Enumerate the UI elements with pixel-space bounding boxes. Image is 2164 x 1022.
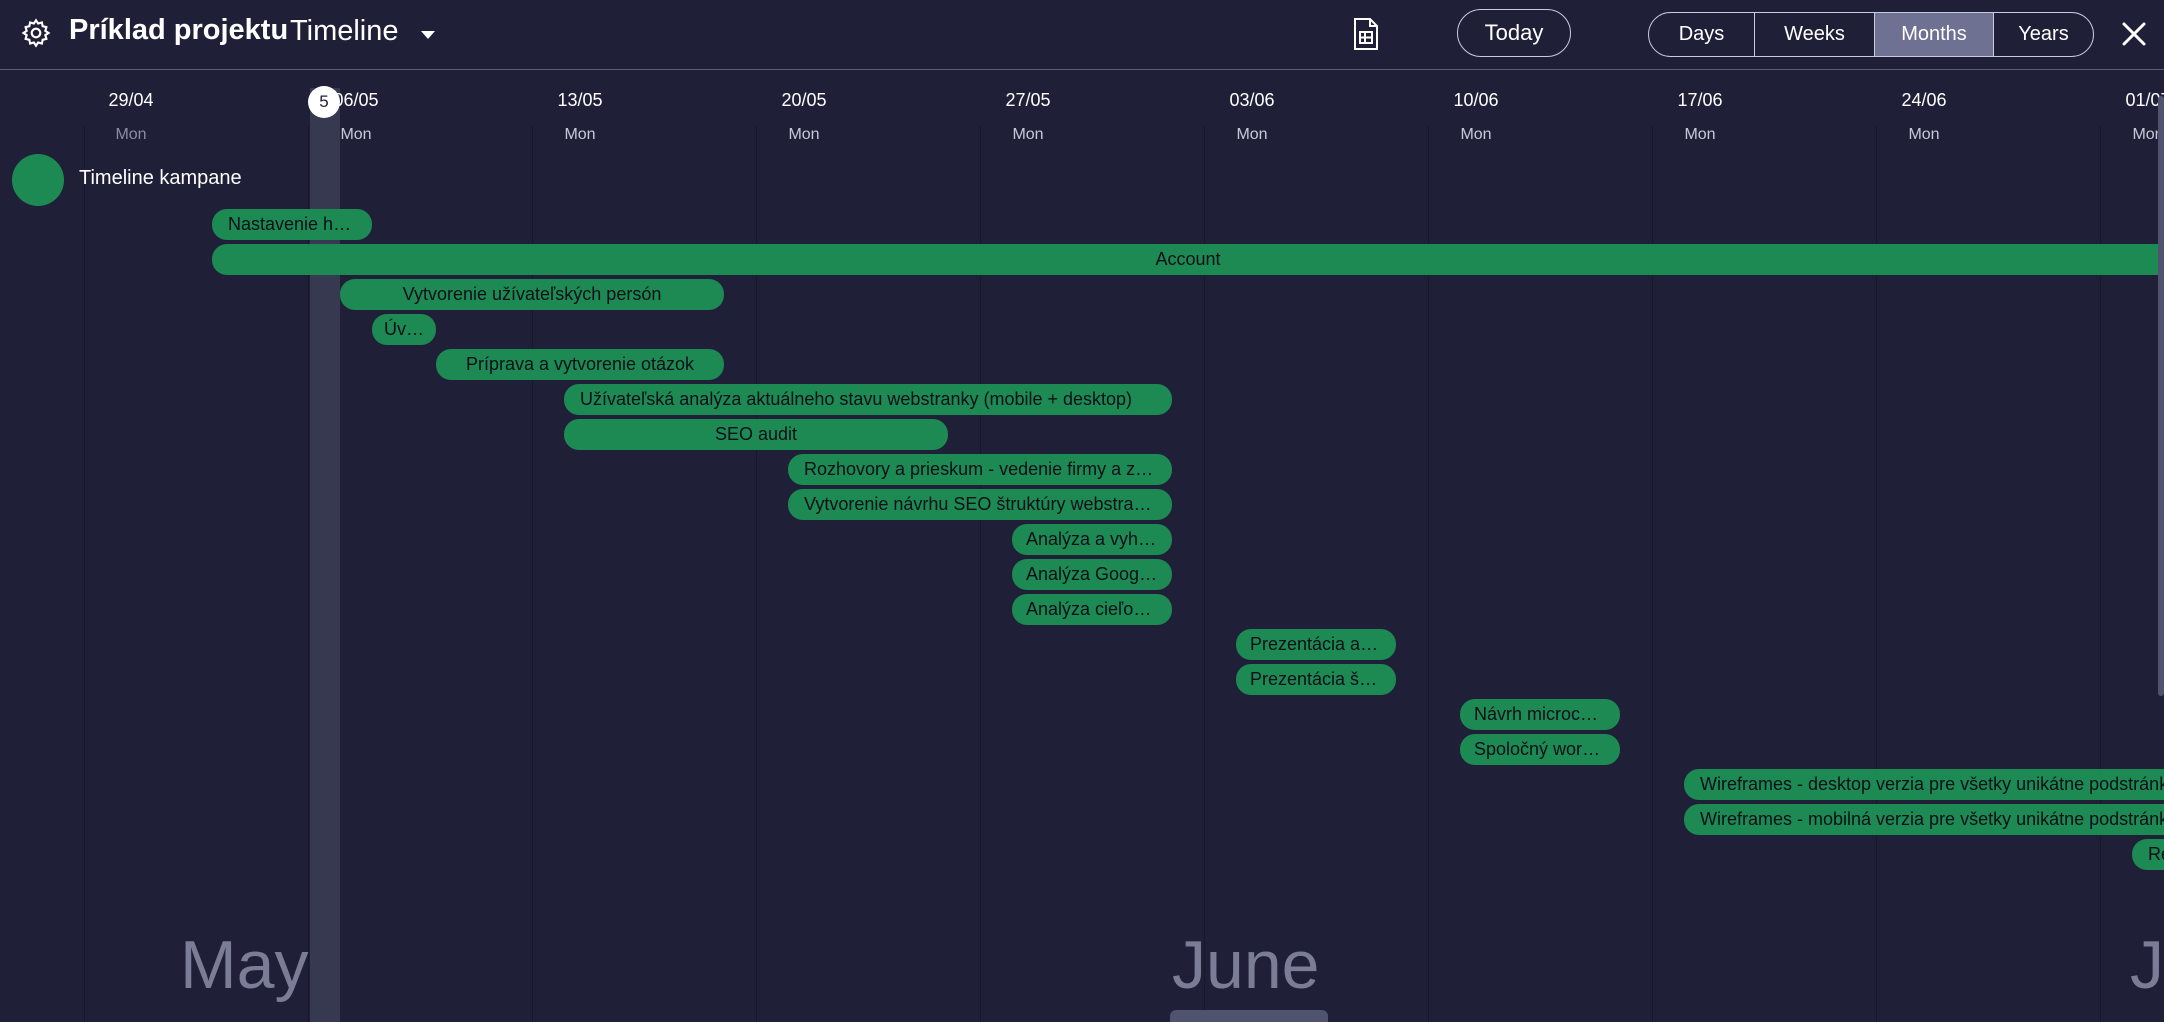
task-bar[interactable]: Spoločný workshop [1460, 734, 1620, 765]
time-scale-switcher: Days Weeks Months Years [1648, 12, 2094, 57]
column-date: 17/06 [1677, 90, 1723, 110]
task-bar[interactable]: Úvodné stretnutie [372, 314, 436, 345]
task-bar[interactable]: Užívateľská analýza aktuálneho stavu web… [564, 384, 1172, 415]
column-day: Mon [115, 126, 147, 143]
scale-days-button[interactable]: Days [1649, 13, 1755, 56]
month-label: May [180, 927, 309, 1003]
grid-line [84, 126, 85, 1022]
task-bar[interactable]: Nastavenie harmonogramu [212, 209, 372, 240]
task-bar[interactable]: Rozhovory a prieskum - vedenie firmy a z… [788, 454, 1172, 485]
task-bar[interactable]: Prezentácia analýzy [1236, 629, 1396, 660]
task-bar[interactable]: Analýza a vyhodnotenie [1012, 524, 1172, 555]
column-day: Mon [564, 126, 596, 143]
column-date: 03/06 [1229, 90, 1275, 110]
timeline-app: Príklad projektu Timeline Today Days Wee… [0, 0, 2164, 1022]
scale-weeks-button[interactable]: Weeks [1755, 13, 1875, 56]
task-bar[interactable]: Vytvorenie návrhu SEO štruktúry webstran… [788, 489, 1172, 520]
task-bar[interactable]: SEO audit [564, 419, 948, 450]
caret-down-icon[interactable] [418, 28, 438, 42]
column-date: 24/06 [1901, 90, 1947, 110]
month-label: July [2130, 927, 2164, 1003]
today-button[interactable]: Today [1457, 9, 1571, 57]
today-marker: 5 [308, 86, 340, 118]
view-title[interactable]: Timeline [290, 15, 399, 48]
column-date: 06/05 [333, 90, 379, 110]
project-title: Príklad projektu [69, 14, 289, 46]
scale-months-button[interactable]: Months [1875, 13, 1994, 56]
task-bar[interactable]: Analýza Google Analytics [1012, 559, 1172, 590]
column-date: 20/05 [781, 90, 827, 110]
column-date: 29/04 [108, 90, 154, 110]
top-toolbar: Príklad projektu Timeline Today Days Wee… [0, 0, 2164, 70]
column-date: 10/06 [1453, 90, 1499, 110]
task-bar[interactable]: Príprava a vytvorenie otázok [436, 349, 724, 380]
task-bar[interactable]: Revízia wireframov [2132, 839, 2164, 870]
task-bar[interactable]: Prezentácia štruktúry [1236, 664, 1396, 695]
timeline-grid[interactable]: 29/04 06/05 13/05 20/05 27/05 03/06 10/0… [0, 70, 2164, 1022]
spreadsheet-export-icon[interactable] [1352, 17, 1380, 51]
task-bar[interactable]: Návrh microcopy [1460, 699, 1620, 730]
column-day: Mon [788, 126, 820, 143]
task-bar[interactable]: Wireframes - desktop verzia pre všetky u… [1684, 769, 2164, 800]
project-name[interactable]: Timeline kampane [79, 167, 242, 190]
task-bar[interactable]: Analýza cieľovej skupiny [1012, 594, 1172, 625]
task-bar[interactable]: Wireframes - mobilná verzia pre všetky u… [1684, 804, 2164, 835]
horizontal-scrollbar[interactable] [1170, 1010, 1328, 1022]
task-bar[interactable]: Account [212, 244, 2164, 275]
column-date: 13/05 [557, 90, 603, 110]
scale-years-button[interactable]: Years [1994, 13, 2093, 56]
vertical-scrollbar[interactable] [2158, 96, 2164, 696]
column-day: Mon [1236, 126, 1268, 143]
month-label: June [1172, 927, 1320, 1003]
column-day: Mon [340, 126, 372, 143]
column-day: Mon [1684, 126, 1716, 143]
task-bar[interactable]: Vytvorenie užívateľských persón [340, 279, 724, 310]
column-day: Mon [1908, 126, 1940, 143]
gear-icon[interactable] [20, 17, 52, 49]
project-color-dot[interactable] [12, 154, 64, 206]
column-day: Mon [1012, 126, 1044, 143]
column-day: Mon [1460, 126, 1492, 143]
close-icon[interactable] [2120, 20, 2148, 48]
column-date: 27/05 [1005, 90, 1051, 110]
